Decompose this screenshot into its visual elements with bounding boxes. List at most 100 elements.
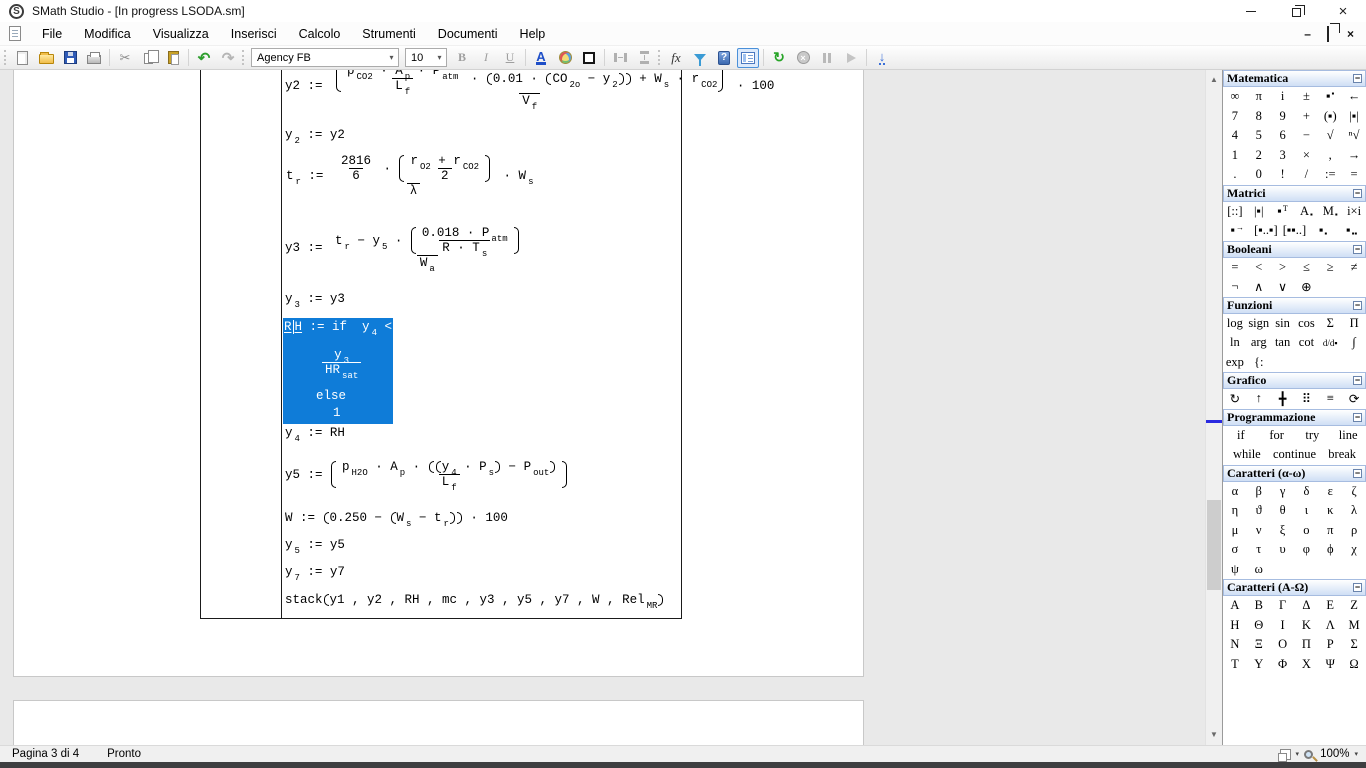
palette-button[interactable]: κ: [1318, 501, 1342, 521]
palette-button[interactable]: M: [1342, 616, 1366, 636]
palette-button[interactable]: 5: [1247, 126, 1271, 146]
panel-header-caratteri[interactable]: Caratteri (α-ω)−: [1223, 465, 1366, 482]
palette-button[interactable]: 6: [1271, 126, 1295, 146]
eq-y4-assign[interactable]: y4 := RH: [285, 426, 345, 440]
eq-rh-one[interactable]: 1: [333, 406, 341, 420]
panel-header-funzioni[interactable]: Funzioni−: [1223, 297, 1366, 314]
palette-button[interactable]: ε: [1318, 482, 1342, 502]
palette-button[interactable]: ω: [1247, 560, 1271, 580]
collapse-icon[interactable]: −: [1353, 469, 1362, 478]
palette-button[interactable]: χ: [1342, 540, 1366, 560]
palette-button[interactable]: A▪: [1295, 202, 1319, 222]
palette-button[interactable]: P: [1318, 635, 1342, 655]
palette-button[interactable]: 4: [1223, 126, 1247, 146]
palette-button[interactable]: cos: [1295, 314, 1319, 334]
palette-button[interactable]: cot: [1295, 333, 1319, 353]
palette-button[interactable]: Λ: [1318, 616, 1342, 636]
palette-button[interactable]: τ: [1247, 540, 1271, 560]
refresh-button[interactable]: ↻: [768, 48, 790, 68]
palette-button[interactable]: ξ: [1271, 521, 1295, 541]
filter-button[interactable]: [689, 48, 711, 68]
mdi-restore-button[interactable]: [1327, 27, 1331, 41]
paste-button[interactable]: [162, 48, 184, 68]
palette-button[interactable]: η: [1223, 501, 1247, 521]
palette-button[interactable]: Γ: [1271, 596, 1295, 616]
palette-button[interactable]: γ: [1271, 482, 1295, 502]
palette-button[interactable]: d/d▪: [1318, 333, 1342, 353]
palette-button[interactable]: ⊕: [1295, 277, 1319, 297]
underline-button[interactable]: U: [499, 48, 521, 68]
side-panel-button[interactable]: [737, 48, 759, 68]
palette-button[interactable]: M▪: [1318, 202, 1342, 222]
scroll-down-icon[interactable]: ▼: [1206, 727, 1222, 743]
palette-button[interactable]: Z: [1342, 596, 1366, 616]
combo-arrow-icon[interactable]: ▾: [433, 53, 446, 62]
menu-item-inserisci[interactable]: Inserisci: [220, 23, 288, 45]
page-2[interactable]: [13, 700, 864, 745]
menu-item-modifica[interactable]: Modifica: [73, 23, 142, 45]
palette-button[interactable]: σ: [1223, 540, 1247, 560]
zoom-level[interactable]: 100%: [1320, 748, 1349, 760]
palette-button[interactable]: δ: [1295, 482, 1319, 502]
panel-header-matematica[interactable]: Matematica−: [1223, 70, 1366, 87]
page-layout-icon[interactable]: [1280, 749, 1291, 760]
palette-button[interactable]: Δ: [1295, 596, 1319, 616]
palette-button[interactable]: √: [1318, 126, 1342, 146]
eq-stack[interactable]: stacky1 , y2 , RH , mc , y3 , y5 , y7 , …: [285, 593, 664, 607]
mdi-minimize-button[interactable]: –: [1304, 27, 1311, 41]
palette-button[interactable]: !: [1271, 165, 1295, 185]
palette-button[interactable]: try: [1295, 426, 1331, 446]
palette-button[interactable]: for: [1259, 426, 1295, 446]
palette-button[interactable]: X: [1295, 655, 1319, 675]
minimize-button[interactable]: [1228, 0, 1274, 22]
palette-button[interactable]: ±: [1295, 87, 1319, 107]
palette-button[interactable]: /: [1295, 165, 1319, 185]
palette-button[interactable]: |▪|: [1342, 107, 1366, 127]
palette-button[interactable]: ≡: [1318, 389, 1342, 409]
palette-button[interactable]: ▪▪: [1318, 87, 1342, 107]
palette-button[interactable]: μ: [1223, 521, 1247, 541]
menu-item-strumenti[interactable]: Strumenti: [351, 23, 427, 45]
font-size-combobox[interactable]: 10▾: [405, 48, 447, 67]
palette-button[interactable]: ο: [1295, 521, 1319, 541]
palette-button[interactable]: K: [1295, 616, 1319, 636]
palette-button[interactable]: tan: [1271, 333, 1295, 353]
palette-button[interactable]: λ: [1342, 501, 1366, 521]
palette-button[interactable]: |▪|: [1247, 202, 1271, 222]
save-button[interactable]: [59, 48, 81, 68]
palette-button[interactable]: ▪▪▪: [1337, 221, 1366, 241]
font-name-combobox[interactable]: Agency FB▾: [251, 48, 399, 67]
eq-y5[interactable]: y5 := pH2O · Ap · y4 · Ps − PoutLf: [285, 460, 568, 489]
mdi-close-button[interactable]: ×: [1347, 27, 1354, 41]
palette-button[interactable]: >: [1271, 258, 1295, 278]
align-vertical-button[interactable]: [633, 48, 655, 68]
palette-button[interactable]: ≥: [1318, 258, 1342, 278]
palette-button[interactable]: Π: [1295, 635, 1319, 655]
palette-button[interactable]: 9: [1271, 107, 1295, 127]
palette-button[interactable]: ⠿: [1295, 389, 1319, 409]
collapse-icon[interactable]: −: [1353, 189, 1362, 198]
new-document-button[interactable]: [11, 48, 33, 68]
palette-button[interactable]: [▪▪..]: [1280, 221, 1309, 241]
palette-button[interactable]: Y: [1247, 655, 1271, 675]
help-panel-button[interactable]: ?: [713, 48, 735, 68]
worksheet-canvas[interactable]: y2 := pCO2 · Ap · PatmLf · 0.01 · CO2o −…: [0, 70, 1205, 745]
palette-button[interactable]: Π: [1342, 314, 1366, 334]
palette-button[interactable]: while: [1223, 445, 1271, 465]
panel-header-caratteri-a[interactable]: Caratteri (A-Ω)−: [1223, 579, 1366, 596]
palette-button[interactable]: exp: [1223, 353, 1247, 373]
panel-header-programmazione[interactable]: Programmazione−: [1223, 409, 1366, 426]
panel-header-grafico[interactable]: Grafico−: [1223, 372, 1366, 389]
eq-y7-assign[interactable]: y7 := y7: [285, 565, 345, 579]
palette-button[interactable]: H: [1223, 616, 1247, 636]
play-button[interactable]: [840, 48, 862, 68]
palette-button[interactable]: B: [1247, 596, 1271, 616]
vertical-scrollbar[interactable]: ▲ ▼: [1205, 70, 1222, 745]
stop-button[interactable]: ×: [792, 48, 814, 68]
eq-rh-frac[interactable]: y3HRsat: [320, 348, 363, 377]
palette-button[interactable]: ←: [1342, 87, 1366, 107]
close-button[interactable]: ×: [1320, 0, 1366, 22]
palette-button[interactable]: ▪T: [1271, 202, 1295, 222]
scrollbar-thumb[interactable]: [1207, 500, 1221, 590]
palette-button[interactable]: line: [1330, 426, 1366, 446]
